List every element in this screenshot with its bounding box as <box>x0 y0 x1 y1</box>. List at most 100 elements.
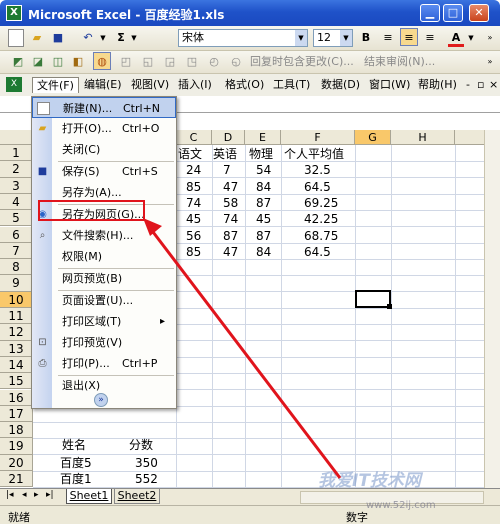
last-sheet-nav-icon[interactable]: ▸| <box>46 490 54 500</box>
review-icon-11[interactable]: ◵ <box>228 53 244 71</box>
row-header-10[interactable]: 10 <box>0 291 33 308</box>
row-header-7[interactable]: 7 <box>0 242 33 260</box>
cell-c4[interactable]: 74 <box>186 194 201 212</box>
column-header-f[interactable]: F <box>281 130 355 145</box>
row-header-15[interactable]: 15 <box>0 373 33 390</box>
menu-tools[interactable]: 工具(T) <box>273 77 310 93</box>
row-header-9[interactable]: 9 <box>0 275 33 292</box>
menu-item-page-setup[interactable]: 页面设置(U)... <box>32 290 176 311</box>
font-name-select[interactable]: 宋体 ▼ <box>178 29 308 47</box>
tab-sheet1[interactable]: Sheet1 <box>66 489 112 504</box>
column-header-c[interactable]: C <box>176 130 212 145</box>
toolbar-options-icon[interactable]: » <box>484 29 496 47</box>
review-icon-5[interactable]: ◍ <box>93 52 111 70</box>
bold-button[interactable]: B <box>358 29 374 47</box>
cell-e2[interactable]: 54 <box>256 161 271 179</box>
open-icon[interactable]: ▰ <box>28 29 46 47</box>
cell-f1[interactable]: 个人平均值 <box>284 145 344 163</box>
review-icon-3[interactable]: ◫ <box>50 53 66 71</box>
review-icon-9[interactable]: ◳ <box>184 53 200 71</box>
doc-restore-icon[interactable]: ▫ <box>477 77 484 93</box>
expand-menu-icon[interactable]: » <box>94 393 108 407</box>
review-icon-7[interactable]: ◱ <box>140 53 156 71</box>
cell-c19-alt[interactable]: 分数 <box>129 436 153 454</box>
menu-view[interactable]: 视图(V) <box>131 77 169 93</box>
align-center-icon[interactable]: ≡ <box>400 28 418 46</box>
autosum-dropdown-icon[interactable]: ▼ <box>129 29 139 47</box>
menu-item-permission[interactable]: 权限(M) <box>32 246 176 267</box>
align-right-icon[interactable]: ≡ <box>422 29 438 47</box>
column-header-e[interactable]: E <box>245 130 281 145</box>
menu-item-web-preview[interactable]: 网页预览(B) <box>32 268 176 289</box>
row-header-21[interactable]: 21 <box>0 471 33 488</box>
cell-c5[interactable]: 45 <box>186 210 201 228</box>
row-header-11[interactable]: 11 <box>0 308 33 325</box>
menu-item-new[interactable]: 新建(N)... Ctrl+N <box>32 97 176 118</box>
menu-format[interactable]: 格式(O) <box>225 77 264 93</box>
new-icon[interactable] <box>8 29 24 47</box>
row-header-20[interactable]: 20 <box>0 454 33 471</box>
cell-e5[interactable]: 45 <box>256 210 271 228</box>
fill-handle[interactable] <box>387 304 392 309</box>
menu-edit[interactable]: 编辑(E) <box>84 77 122 93</box>
review-icon-2[interactable]: ◪ <box>30 53 46 71</box>
menu-help[interactable]: 帮助(H) <box>418 77 457 93</box>
cell-e1[interactable]: 物理 <box>249 145 273 163</box>
cell-e7[interactable]: 84 <box>256 243 271 261</box>
row-header-1[interactable]: 1 <box>0 145 33 162</box>
cell-c3[interactable]: 85 <box>186 178 201 196</box>
font-size-select[interactable]: 12 ▼ <box>313 29 353 47</box>
font-color-button[interactable]: A <box>448 29 464 47</box>
cell-d6[interactable]: 87 <box>223 227 238 245</box>
cell-c7[interactable]: 85 <box>186 243 201 261</box>
cell-e3[interactable]: 84 <box>256 178 271 196</box>
cell-e6[interactable]: 87 <box>256 227 271 245</box>
vertical-scrollbar[interactable] <box>484 130 500 488</box>
row-header-16[interactable]: 16 <box>0 389 33 406</box>
select-all-corner[interactable] <box>0 130 33 145</box>
cell-f7[interactable]: 64.5 <box>304 243 331 261</box>
cell-d4[interactable]: 58 <box>223 194 238 212</box>
maximize-button[interactable]: □ <box>443 4 463 22</box>
first-sheet-nav-icon[interactable]: |◂ <box>6 490 14 500</box>
review-icon-6[interactable]: ◰ <box>118 53 134 71</box>
cell-d5[interactable]: 74 <box>223 210 238 228</box>
toolbar-options-icon[interactable]: » <box>484 53 496 71</box>
column-header-h[interactable]: H <box>391 130 455 145</box>
menu-window[interactable]: 窗口(W) <box>369 77 410 93</box>
autosum-icon[interactable]: Σ <box>114 29 128 47</box>
cell-f3[interactable]: 64.5 <box>304 178 331 196</box>
cell-d1[interactable]: 英语 <box>213 145 237 163</box>
doc-minimize-icon[interactable]: - <box>466 77 470 93</box>
cell-c21-alt[interactable]: 552 <box>135 470 158 488</box>
menu-data[interactable]: 数据(D) <box>321 77 360 93</box>
doc-close-icon[interactable]: × <box>489 77 498 93</box>
undo-icon[interactable]: ↶ <box>80 29 96 47</box>
row-header-3[interactable]: 3 <box>0 177 33 194</box>
menu-item-print[interactable]: ⎙ 打印(P)... Ctrl+P <box>32 353 176 374</box>
review-icon-10[interactable]: ◴ <box>206 53 222 71</box>
cell-f6[interactable]: 68.75 <box>304 227 338 245</box>
row-header-17[interactable]: 17 <box>0 405 33 423</box>
row-header-4[interactable]: 4 <box>0 193 33 211</box>
row-header-8[interactable]: 8 <box>0 259 33 276</box>
row-header-18[interactable]: 18 <box>0 422 33 439</box>
font-color-dropdown-icon[interactable]: ▼ <box>466 29 476 47</box>
row-header-6[interactable]: 6 <box>0 226 33 243</box>
review-icon-1[interactable]: ◩ <box>10 53 26 71</box>
save-icon[interactable]: ■ <box>50 29 66 47</box>
row-header-19[interactable]: 19 <box>0 438 33 455</box>
reply-with-changes-button[interactable]: 回复时包含更改(C)... <box>250 53 360 71</box>
workbook-icon[interactable]: X <box>6 77 22 92</box>
close-button[interactable]: ✕ <box>469 4 489 22</box>
cell-c6[interactable]: 56 <box>186 227 201 245</box>
cell-f4[interactable]: 69.25 <box>304 194 338 212</box>
cell-e4[interactable]: 87 <box>256 194 271 212</box>
column-header-g[interactable]: G <box>355 130 391 145</box>
row-header-12[interactable]: 12 <box>0 324 33 341</box>
cell-c1[interactable]: 语文 <box>178 145 202 163</box>
menu-item-file-search[interactable]: ⌕ 文件搜索(H)... <box>32 225 176 246</box>
cell-c2[interactable]: 24 <box>186 161 201 179</box>
row-header-14[interactable]: 14 <box>0 356 33 374</box>
cell-b19[interactable]: 姓名 <box>62 436 86 454</box>
